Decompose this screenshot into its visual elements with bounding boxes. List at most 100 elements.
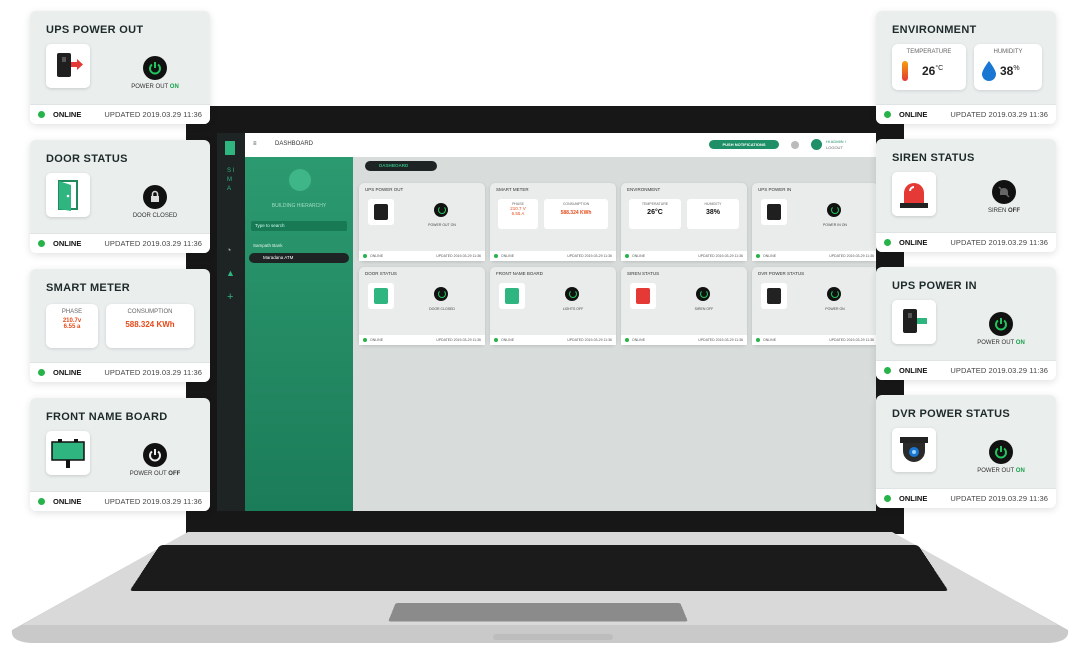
screen-tile[interactable]: DOOR STATUS DOOR CLOSED ONLINE UPDATED 2019… xyxy=(359,267,485,345)
screen-tile[interactable]: UPS POWER OUT POWER OUT ON ONLINE UPDATED 2… xyxy=(359,183,485,261)
screen-topbar-menu-icon[interactable]: ≡ xyxy=(253,141,257,147)
screen-tile-icon xyxy=(368,199,394,225)
screen-power-icon xyxy=(696,287,710,301)
card-front-name-board[interactable]: FRONT NAME BOARD POWER OUT OFF ONLINE UPD… xyxy=(30,398,210,511)
screen-tile-title: SMART METER xyxy=(496,187,529,192)
push-notifications-button[interactable]: PUSH NOTIFICATIONS xyxy=(709,140,779,149)
screen-env-hum-label: HUMIDITY xyxy=(704,202,722,206)
screen-tile-footer: ONLINE UPDATED 2019-03-29 11:36 xyxy=(490,251,616,261)
screen-online-label: ONLINE xyxy=(501,338,515,342)
screen-tile-icon xyxy=(761,283,787,309)
laptop-screen: ≡ DASHBOARD PUSH NOTIFICATIONS Hi ADMIN … xyxy=(217,133,876,511)
keyboard xyxy=(129,545,949,592)
temperature-box: TEMPERATURE 26°C xyxy=(892,44,966,90)
screen-tile[interactable]: ENVIRONMENT TEMPERATURE 26°C HUMIDITY 38% ONL… xyxy=(621,183,747,261)
tab-dashboard[interactable]: DASHBOARD xyxy=(365,161,437,171)
thermometer-icon xyxy=(902,61,908,81)
screen-updated-label: UPDATED 2019-03-29 11:36 xyxy=(567,338,612,342)
screen-meter-consumption-value: 588.324 KWh xyxy=(560,210,592,216)
notification-bell-icon[interactable] xyxy=(791,141,799,149)
updated-label: UPDATED 2019.03.29 11:36 xyxy=(104,110,202,119)
screen-online-dot xyxy=(494,338,498,342)
screen-power-icon xyxy=(827,287,841,301)
screen-env-temp: TEMPERATURE 26°C xyxy=(629,199,681,229)
humidity-label: HUMIDITY xyxy=(993,49,1023,55)
screen-meter-consumption: CONSUMPTION 588.324 KWh xyxy=(544,199,608,229)
screen-tile-title: SIREN STATUS xyxy=(627,271,660,276)
screen-online-dot xyxy=(363,254,367,258)
updated-label: UPDATED 2019.03.29 11:36 xyxy=(104,368,202,377)
card-title: FRONT NAME BOARD xyxy=(46,411,168,423)
card-footer: ONLINE UPDATED 2019.03.29 11:36 xyxy=(876,360,1056,380)
siren-status-text: SIREN OFF xyxy=(987,208,1020,214)
screen-online-dot xyxy=(625,338,629,342)
user-avatar[interactable] xyxy=(811,139,822,150)
add-icon[interactable]: + xyxy=(227,291,233,303)
card-door-status[interactable]: DOOR STATUS DOOR CLOSED ONLINE UPDATED 20… xyxy=(30,140,210,253)
screen-online-dot xyxy=(625,254,629,258)
screen-env-hum-value: 38% xyxy=(705,209,720,216)
screen-tile-footer: ONLINE UPDATED 2019-03-29 11:36 xyxy=(359,251,485,261)
online-dot xyxy=(884,495,891,502)
online-label: ONLINE xyxy=(899,494,928,503)
hierarchy-icon xyxy=(289,169,311,191)
screen-tile-footer: ONLINE UPDATED 2019-03-29 11:36 xyxy=(752,335,876,345)
screen-tile-status: POWER IN ON xyxy=(823,223,847,227)
screen-env-temp-value: 26°C xyxy=(647,209,663,216)
card-title: DVR POWER STATUS xyxy=(892,408,1011,420)
door-icon xyxy=(46,173,90,217)
screen-updated-label: UPDATED 2019-03-29 11:36 xyxy=(698,254,743,258)
card-ups-power-in[interactable]: UPS POWER IN POWER OUT ON ONLINE UPDATED … xyxy=(876,267,1056,380)
updated-label: UPDATED 2019.03.29 11:36 xyxy=(104,239,202,248)
online-dot xyxy=(884,111,891,118)
consumption-box: CONSUMPTION 588.324 KWh xyxy=(106,304,194,348)
card-dvr-power-status[interactable]: DVR POWER STATUS POWER OUT ON ONLINE UPDA… xyxy=(876,395,1056,508)
screen-meter-phase: PHASE 210.7 V 6.55 A xyxy=(498,199,538,229)
screen-power-icon xyxy=(565,287,579,301)
card-smart-meter[interactable]: SMART METER PHASE 210.7v 6.55 a CONSUMPT… xyxy=(30,269,210,382)
building-hierarchy-panel: BUILDING HIERARCHY Type to search Sampat… xyxy=(245,157,353,511)
card-siren-status[interactable]: SIREN STATUS SIREN OFF ONLINE UPDATED 201… xyxy=(876,139,1056,252)
screen-tile[interactable]: SIREN STATUS SIREN OFF ONLINE UPDATED 2019-… xyxy=(621,267,747,345)
card-footer: ONLINE UPDATED 2019.03.29 11:36 xyxy=(30,104,210,124)
screen-online-dot xyxy=(494,254,498,258)
screen-online-dot xyxy=(363,338,367,342)
screen-online-label: ONLINE xyxy=(763,338,777,342)
screen-tile-footer: ONLINE UPDATED 2019-03-29 11:36 xyxy=(621,251,747,261)
card-title: UPS POWER OUT xyxy=(46,24,144,36)
tree-item-sampath[interactable]: Sampath Bank xyxy=(253,243,283,248)
screen-tile[interactable]: DVR POWER STATUS POWER ON ONLINE UPDATED 20… xyxy=(752,267,876,345)
screen-updated-label: UPDATED 2019-03-29 11:36 xyxy=(698,338,743,342)
screen-tile-title: UPS POWER OUT xyxy=(365,187,404,192)
logout-link[interactable]: LOGOUT xyxy=(826,145,843,150)
card-footer: ONLINE UPDATED 2019.03.29 11:36 xyxy=(30,362,210,382)
dashboard-main: DASHBOARD UPS POWER OUT POWER OUT ON ONLIN… xyxy=(353,157,876,511)
warning-icon[interactable]: ▲ xyxy=(226,268,235,278)
gauge-icon[interactable]: ◔ xyxy=(226,245,231,255)
screen-tile-title: FRONT NAME BOARD xyxy=(496,271,543,276)
screen-power-icon xyxy=(434,287,448,301)
screen-tile-title: DOOR STATUS xyxy=(365,271,397,276)
screen-tile[interactable]: UPS POWER IN POWER IN ON ONLINE UPDATED 201… xyxy=(752,183,876,261)
door-status-text: DOOR CLOSED xyxy=(132,213,178,219)
consumption-value: 588.324 KWh xyxy=(125,320,175,329)
card-environment[interactable]: ENVIRONMENT TEMPERATURE 26°C HUMIDITY 38… xyxy=(876,11,1056,124)
screen-tile-status: DOOR CLOSED xyxy=(429,307,455,311)
screen-power-icon xyxy=(434,203,448,217)
ups-device-icon xyxy=(46,44,90,88)
power-status: POWER OUT OFF xyxy=(129,471,181,477)
online-label: ONLINE xyxy=(899,110,928,119)
screen-tile[interactable]: FRONT NAME BOARD LIGHTS OFF ONLINE UPDATED … xyxy=(490,267,616,345)
hierarchy-search[interactable]: Type to search xyxy=(251,221,347,231)
tree-item-maradana[interactable]: Maradana ATM xyxy=(249,253,349,263)
screen-tile[interactable]: SMART METER PHASE 210.7 V 6.55 A CONSUMPTION… xyxy=(490,183,616,261)
card-ups-power-out[interactable]: UPS POWER OUT POWER OUT ON ONLINE UPDATED… xyxy=(30,11,210,124)
siren-icon xyxy=(892,172,936,216)
screen-meter-current: 6.55 A xyxy=(511,211,525,216)
touchpad xyxy=(388,603,688,622)
power-status: POWER OUT ON xyxy=(131,84,179,90)
updated-label: UPDATED 2019.03.29 11:36 xyxy=(950,494,1048,503)
card-title: SMART METER xyxy=(46,282,130,294)
screen-env-hum: HUMIDITY 38% xyxy=(687,199,739,229)
updated-label: UPDATED 2019.03.29 11:36 xyxy=(104,497,202,506)
